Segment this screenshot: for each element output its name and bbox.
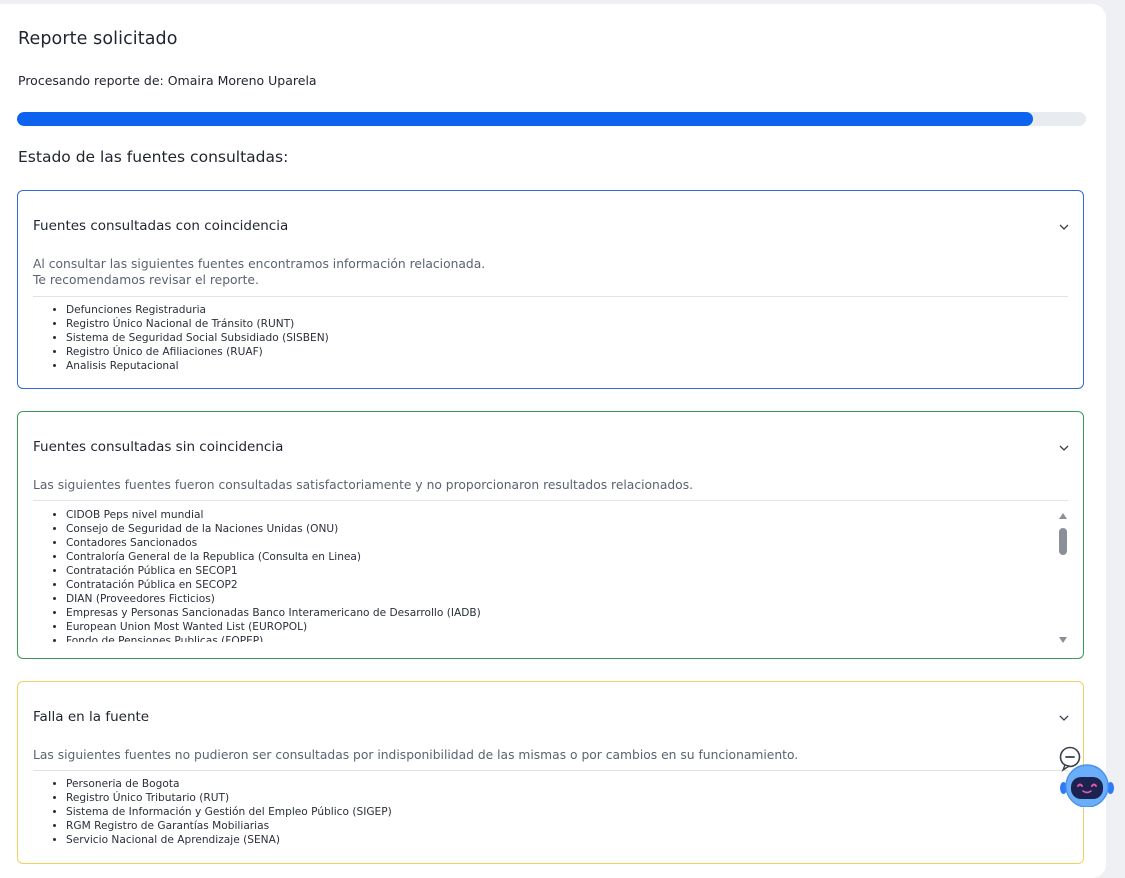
scroll-up-arrow-icon[interactable] bbox=[1059, 513, 1067, 519]
list-item: Contadores Sancionados bbox=[66, 536, 481, 550]
list-item: Defunciones Registraduria bbox=[66, 303, 329, 317]
progress-fill bbox=[17, 112, 1033, 126]
list-item: Analisis Reputacional bbox=[66, 359, 329, 373]
scrollbar[interactable] bbox=[1057, 513, 1069, 643]
list-item: Registro Único Nacional de Tránsito (RUN… bbox=[66, 317, 329, 331]
scroll-down-arrow-icon[interactable] bbox=[1059, 637, 1067, 643]
list-item: Consejo de Seguridad de la Naciones Unid… bbox=[66, 522, 481, 536]
list-item: Sistema de Seguridad Social Subsidiado (… bbox=[66, 331, 329, 345]
divider bbox=[33, 500, 1068, 501]
page-title: Reporte solicitado bbox=[18, 29, 178, 49]
list-item: Empresas y Personas Sancionadas Banco In… bbox=[66, 606, 481, 620]
chatbot-icon[interactable] bbox=[1057, 745, 1117, 807]
chevron-down-icon[interactable] bbox=[1057, 711, 1071, 725]
progress-bar bbox=[17, 112, 1086, 126]
panel-with-match-title[interactable]: Fuentes consultadas con coincidencia bbox=[33, 218, 288, 234]
match-sources-list: Defunciones Registraduria Registro Único… bbox=[33, 303, 329, 373]
processing-subtitle: Procesando reporte de: Omaira Moreno Upa… bbox=[18, 73, 317, 88]
scrollbar-thumb[interactable] bbox=[1059, 528, 1067, 555]
panel-source-failure-description: Las siguientes fuentes no pudieron ser c… bbox=[33, 748, 799, 762]
list-item: RGM Registro de Garantías Mobiliarias bbox=[66, 819, 392, 833]
chevron-down-icon[interactable] bbox=[1057, 441, 1071, 455]
robot-head-icon bbox=[1060, 764, 1114, 807]
failed-sources-list: Personeria de Bogota Registro Único Trib… bbox=[33, 777, 392, 847]
description-line: Al consultar las siguientes fuentes enco… bbox=[33, 257, 486, 271]
list-item: Sistema de Información y Gestión del Emp… bbox=[66, 805, 392, 819]
chat-bubble-icon bbox=[1059, 746, 1081, 772]
list-item: Personeria de Bogota bbox=[66, 777, 392, 791]
list-item: European Union Most Wanted List (EUROPOL… bbox=[66, 620, 481, 634]
list-item: CIDOB Peps nivel mundial bbox=[66, 508, 481, 522]
list-item: Contraloría General de la Republica (Con… bbox=[66, 550, 481, 564]
chevron-down-icon[interactable] bbox=[1057, 220, 1071, 234]
panel-without-match: Fuentes consultadas sin coincidencia Las… bbox=[17, 411, 1084, 659]
sources-heading: Estado de las fuentes consultadas: bbox=[18, 148, 289, 166]
list-item: Servicio Nacional de Aprendizaje (SENA) bbox=[66, 833, 392, 847]
description-line: Te recomendamos revisar el reporte. bbox=[33, 273, 259, 287]
list-item: Registro Único Tributario (RUT) bbox=[66, 791, 392, 805]
list-item: Fondo de Pensiones Publicas (FOPEP) bbox=[66, 634, 481, 642]
divider bbox=[33, 296, 1068, 297]
panel-source-failure: Falla en la fuente Las siguientes fuente… bbox=[17, 681, 1084, 864]
panel-source-failure-title[interactable]: Falla en la fuente bbox=[33, 709, 149, 725]
panel-with-match-description: Al consultar las siguientes fuentes enco… bbox=[33, 256, 485, 288]
list-item: DIAN (Proveedores Ficticios) bbox=[66, 592, 481, 606]
report-card: Reporte solicitado Procesando reporte de… bbox=[0, 4, 1106, 878]
panel-without-match-description: Las siguientes fuentes fueron consultada… bbox=[33, 478, 694, 492]
panel-without-match-title[interactable]: Fuentes consultadas sin coincidencia bbox=[33, 439, 283, 455]
panel-with-match: Fuentes consultadas con coincidencia Al … bbox=[17, 190, 1084, 389]
divider bbox=[33, 770, 1068, 771]
nomatch-sources-scroll[interactable]: CIDOB Peps nivel mundial Consejo de Segu… bbox=[33, 508, 1070, 642]
list-item: Registro Único de Afiliaciones (RUAF) bbox=[66, 345, 329, 359]
nomatch-sources-list: CIDOB Peps nivel mundial Consejo de Segu… bbox=[33, 508, 481, 642]
list-item: Contratación Pública en SECOP2 bbox=[66, 578, 481, 592]
list-item: Contratación Pública en SECOP1 bbox=[66, 564, 481, 578]
